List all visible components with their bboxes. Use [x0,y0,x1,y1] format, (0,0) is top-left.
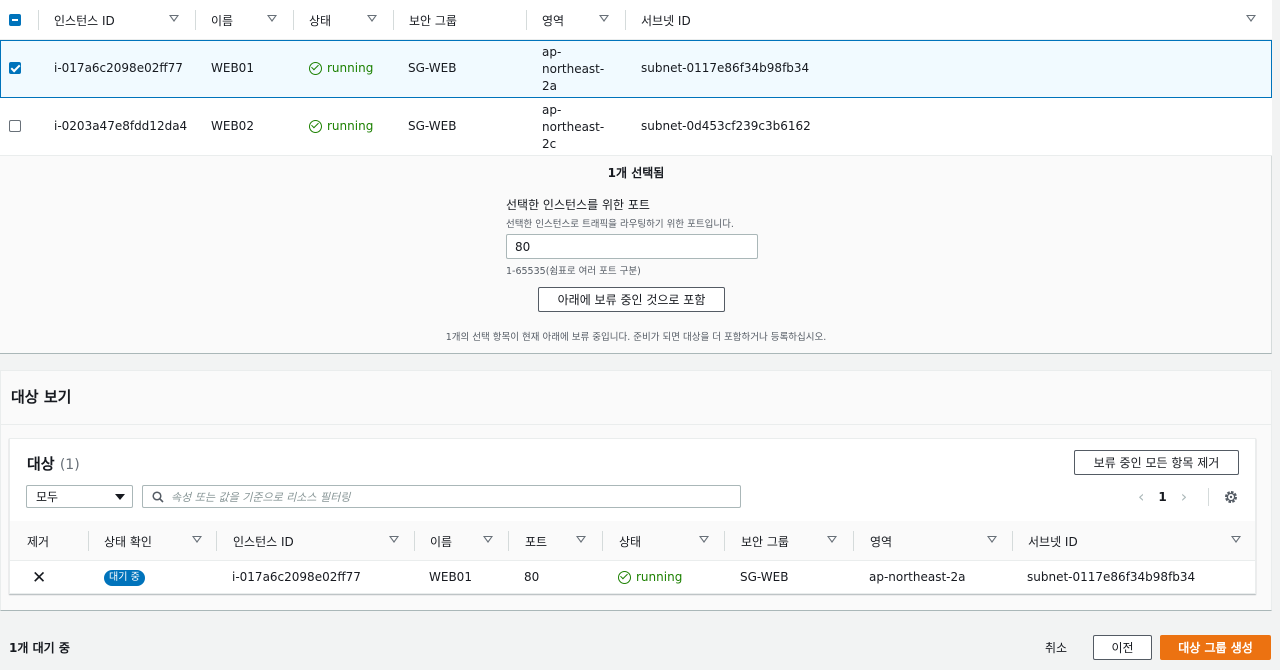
col-remove: 제거 [27,534,50,549]
section-title: 대상 보기 [11,388,72,406]
instance-id: i-0203a47e8fdd12da4 [54,119,188,133]
subnet-id: subnet-0117e86f34b98fb34 [1027,570,1196,584]
instance-id: i-017a6c2098e02ff77 [232,570,361,584]
instances-table-header: 인스턴스 ID 이름 상태 보안 그룹 영역 서브넷 ID [0,0,1272,40]
cancel-button[interactable]: 취소 [1045,639,1067,656]
col-security-group[interactable]: 보안 그룹 [409,0,457,40]
sort-icon[interactable] [389,536,399,543]
region: ap-northeast-2a [869,570,966,584]
search-input[interactable]: 속성 또는 값을 기준으로 리소스 필터링 [142,485,741,508]
wizard-footer: 1개 대기 중 취소 이전 대상 그룹 생성 [0,622,1280,670]
health-status-badge: 대기 중 [104,570,145,586]
table-row: ✕ 대기 중 i-017a6c2098e02ff77 WEB01 80 runn… [10,561,1255,593]
col-name[interactable]: 이름 [430,521,452,561]
sort-icon[interactable] [576,536,586,543]
sort-icon[interactable] [827,536,837,543]
col-name[interactable]: 이름 [211,0,233,40]
instance-id: i-017a6c2098e02ff77 [54,61,183,75]
search-icon [152,491,164,503]
subnet-id: subnet-0d453cf239c3b6162 [641,119,811,133]
row-checkbox[interactable] [9,62,21,74]
port-description: 선택한 인스턴스로 트래픽을 라우팅하기 위한 포트입니다. [506,219,734,230]
card-title: 대상 (1) [27,455,80,473]
port-label: 선택한 인스턴스를 위한 포트 [506,198,650,212]
table-row[interactable]: i-017a6c2098e02ff77 WEB01 running SG-WEB… [0,40,1272,98]
pagination: ‹ 1 › [1138,485,1187,508]
pending-note: 1개의 선택 항목이 현재 아래에 보류 중입니다. 준비가 되면 대상을 더 … [445,332,827,343]
col-status[interactable]: 상태 [619,521,641,561]
targets-card: 대상 (1) 보류 중인 모든 항목 제거 모두 속성 또는 값을 기준으로 리… [9,438,1256,594]
col-region[interactable]: 영역 [542,0,564,40]
sort-icon[interactable] [1231,536,1241,543]
col-subnet-id[interactable]: 서브넷 ID [641,0,691,40]
instance-name: WEB01 [429,570,472,584]
previous-button[interactable]: 이전 [1093,635,1152,660]
col-region[interactable]: 영역 [870,521,892,561]
chevron-left-icon[interactable]: ‹ [1138,487,1144,506]
create-target-group-button[interactable]: 대상 그룹 생성 [1160,635,1271,660]
sort-icon[interactable] [1246,15,1256,22]
col-instance-id[interactable]: 인스턴스 ID [54,0,115,40]
subnet-id: subnet-0117e86f34b98fb34 [641,61,810,75]
include-pending-button[interactable]: 아래에 보류 중인 것으로 포함 [538,287,725,312]
chevron-right-icon[interactable]: › [1181,487,1187,506]
sort-icon[interactable] [192,536,202,543]
region: ap- northeast- 2a [542,45,605,93]
port-input[interactable]: 80 [506,234,758,259]
col-instance-id[interactable]: 인스턴스 ID [233,521,294,561]
caret-down-icon [115,494,125,500]
col-port[interactable]: 포트 [525,521,547,561]
filter-select[interactable]: 모두 [26,485,133,508]
check-circle-icon [309,61,322,75]
sort-icon[interactable] [267,15,277,22]
col-health[interactable]: 상태 확인 [104,521,152,561]
row-checkbox[interactable] [9,120,21,132]
check-circle-icon [618,570,631,584]
security-group: SG-WEB [408,61,457,75]
table-row[interactable]: i-0203a47e8fdd12da4 WEB02 running SG-WEB… [0,98,1272,156]
status-running: running [309,119,373,133]
gear-icon[interactable] [1223,489,1239,505]
sort-icon[interactable] [483,536,493,543]
col-status[interactable]: 상태 [309,0,331,40]
security-group: SG-WEB [740,570,789,584]
instance-name: WEB02 [211,119,254,133]
port-hint: 1-65535(쉼표로 여러 포트 구분) [506,266,641,277]
port-field-group: 선택한 인스턴스를 위한 포트 선택한 인스턴스로 트래픽을 라우팅하기 위한 … [506,196,766,277]
sort-icon[interactable] [367,15,377,22]
target-count: (1) [59,457,80,473]
check-circle-icon [309,119,322,133]
col-subnet-id[interactable]: 서브넷 ID [1028,521,1078,561]
remove-icon[interactable]: ✕ [32,568,46,588]
sort-icon[interactable] [169,15,179,22]
region: ap- northeast- 2c [542,103,605,151]
instance-name: WEB01 [211,61,254,75]
col-security-group[interactable]: 보안 그룹 [741,521,789,561]
security-group: SG-WEB [408,119,457,133]
status-running: running [618,570,682,584]
sort-icon[interactable] [987,536,997,543]
status-running: running [309,61,373,75]
select-all-checkbox[interactable] [9,0,21,40]
sort-icon[interactable] [699,536,709,543]
sort-icon[interactable] [599,15,609,22]
pending-count: 1개 대기 중 [9,641,70,655]
remove-all-pending-button[interactable]: 보류 중인 모든 항목 제거 [1074,450,1239,475]
instances-table: 인스턴스 ID 이름 상태 보안 그룹 영역 서브넷 ID i-017a6c20… [0,0,1272,354]
review-targets-section: 대상 보기 대상 (1) 보류 중인 모든 항목 제거 모두 속성 또는 값을 … [0,370,1272,611]
page-number[interactable]: 1 [1158,490,1166,504]
targets-table-header: 제거 상태 확인 인스턴스 ID 이름 포트 상태 보안 그룹 영역 서브넷 I… [10,521,1255,561]
port-value: 80 [524,570,540,584]
selection-count: 1개 선택됨 [607,166,665,180]
